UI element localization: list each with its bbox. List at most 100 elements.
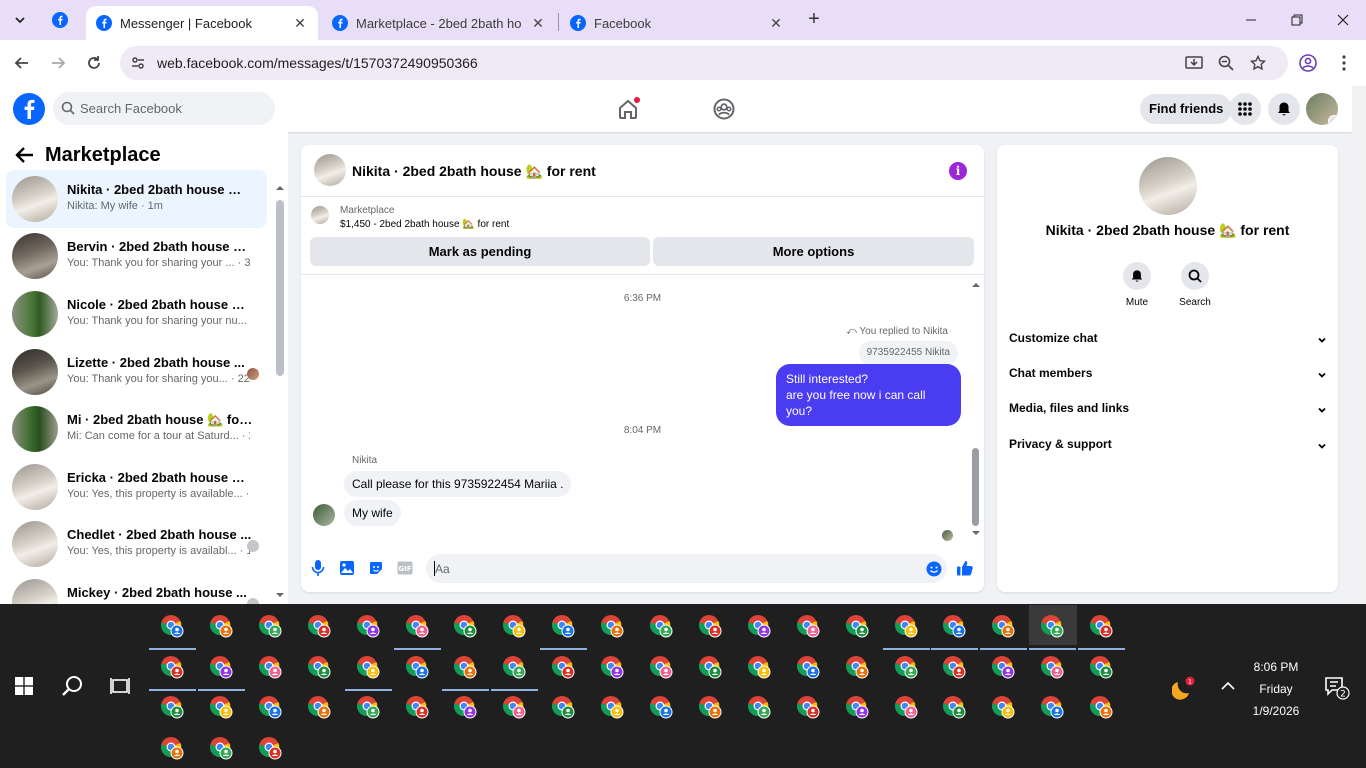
chrome-taskbar-icon[interactable] xyxy=(845,614,869,638)
page-scrollbar[interactable] xyxy=(1352,86,1366,604)
account-avatar[interactable] xyxy=(1306,93,1338,125)
chrome-taskbar-icon[interactable] xyxy=(747,655,771,679)
chrome-taskbar-icon[interactable] xyxy=(393,614,441,650)
conversation-item[interactable]: Chedlet · 2bed 2bath house ... You: Yes,… xyxy=(6,515,267,573)
facebook-search[interactable]: Search Facebook xyxy=(53,92,275,125)
chrome-taskbar-icon[interactable] xyxy=(405,655,429,679)
chrome-taskbar-icon[interactable] xyxy=(258,614,282,638)
task-view-icon[interactable] xyxy=(110,677,130,695)
customize-chat-row[interactable]: Customize chat xyxy=(1009,331,1327,351)
like-thumb-icon[interactable] xyxy=(956,559,974,577)
chrome-taskbar-icon[interactable] xyxy=(845,655,869,679)
chrome-taskbar-icon[interactable] xyxy=(698,614,722,638)
chrome-taskbar-icon[interactable] xyxy=(551,655,575,679)
chrome-taskbar-icon[interactable] xyxy=(442,655,490,691)
profile-button[interactable] xyxy=(1296,51,1320,75)
minimize-button[interactable] xyxy=(1228,0,1274,40)
chrome-taskbar-icon[interactable] xyxy=(991,655,1015,679)
system-clock[interactable]: 8:06 PM Friday 1/9/2026 xyxy=(1234,656,1318,722)
chrome-taskbar-icon[interactable] xyxy=(405,695,429,719)
chrome-taskbar-icon[interactable] xyxy=(502,695,526,719)
chrome-taskbar-icon[interactable] xyxy=(551,695,575,719)
windows-start-icon[interactable] xyxy=(15,677,33,695)
chrome-taskbar-icon[interactable] xyxy=(931,614,979,650)
chrome-taskbar-icon[interactable] xyxy=(796,695,820,719)
sidebar-scrollbar[interactable] xyxy=(272,182,288,604)
notification-center-icon[interactable]: 2 xyxy=(1324,676,1350,700)
conversation-item[interactable]: Bervin · 2bed 2bath house 🏡 f... You: Th… xyxy=(6,227,267,285)
close-window-button[interactable] xyxy=(1320,0,1366,40)
reload-button[interactable] xyxy=(82,51,106,75)
chrome-taskbar-icon[interactable] xyxy=(1040,655,1064,679)
find-friends-button[interactable]: Find friends xyxy=(1140,94,1233,124)
tab-facebook[interactable]: Facebook ✕ xyxy=(560,6,794,40)
close-icon[interactable]: ✕ xyxy=(530,15,546,31)
media-files-links-row[interactable]: Media, files and links xyxy=(1009,401,1327,421)
chrome-taskbar-icon[interactable] xyxy=(600,695,624,719)
chrome-taskbar-icon[interactable] xyxy=(894,655,918,679)
close-icon[interactable]: ✕ xyxy=(768,15,784,31)
more-options-button[interactable]: More options xyxy=(653,237,974,266)
chrome-taskbar-icon[interactable] xyxy=(1040,695,1064,719)
chrome-taskbar-icon[interactable] xyxy=(149,614,196,650)
gif-icon[interactable]: GIF xyxy=(396,559,414,577)
chrome-taskbar-icon[interactable] xyxy=(698,655,722,679)
conversation-item[interactable]: Mi · 2bed 2bath house 🏡 for re... Mi: Ca… xyxy=(6,400,267,458)
listing-thumbnail[interactable] xyxy=(311,206,329,224)
message-input[interactable]: Aa xyxy=(426,554,947,583)
chrome-taskbar-icon[interactable] xyxy=(796,614,820,638)
sender-avatar[interactable] xyxy=(313,504,335,526)
conversation-item[interactable]: Ericka · 2bed 2bath house 🏡 fo... You: Y… xyxy=(6,458,267,516)
notifications-button[interactable] xyxy=(1268,93,1300,125)
chrome-taskbar-icon[interactable] xyxy=(356,695,380,719)
info-icon[interactable]: i xyxy=(949,162,967,180)
restore-button[interactable] xyxy=(1274,0,1320,40)
sticker-icon[interactable] xyxy=(367,559,385,577)
chrome-taskbar-icon[interactable] xyxy=(882,614,930,650)
incoming-message[interactable]: Call please for this 9735922454 Mariia . xyxy=(344,471,572,497)
chrome-taskbar-icon[interactable] xyxy=(209,695,233,719)
mute-button[interactable]: Mute xyxy=(1111,262,1163,308)
chrome-taskbar-icon[interactable] xyxy=(491,655,539,691)
address-bar[interactable]: web.facebook.com/messages/t/157037249095… xyxy=(120,46,1288,80)
outgoing-message[interactable]: Still interested? are you free now i can… xyxy=(776,364,961,426)
chrome-taskbar-icon[interactable] xyxy=(160,695,184,719)
back-button[interactable] xyxy=(10,51,34,75)
chrome-taskbar-icon[interactable] xyxy=(747,614,771,638)
chrome-taskbar-icon[interactable] xyxy=(258,655,282,679)
chrome-taskbar-icon[interactable] xyxy=(307,695,331,719)
chrome-taskbar-icon[interactable] xyxy=(344,655,392,691)
install-app-icon[interactable] xyxy=(1184,53,1204,73)
chrome-taskbar-icon[interactable] xyxy=(1029,614,1077,650)
chrome-taskbar-icon[interactable] xyxy=(649,695,673,719)
browser-menu-button[interactable] xyxy=(1332,51,1356,75)
zoom-icon[interactable] xyxy=(1216,53,1236,73)
chrome-taskbar-icon[interactable] xyxy=(600,655,624,679)
chrome-taskbar-icon[interactable] xyxy=(942,655,966,679)
chat-title[interactable]: Nikita · 2bed 2bath house 🏡 for rent xyxy=(352,163,596,180)
chat-profile-picture[interactable] xyxy=(1139,157,1197,215)
chrome-taskbar-icon[interactable] xyxy=(698,695,722,719)
search-icon[interactable] xyxy=(61,675,83,697)
chrome-taskbar-icon[interactable] xyxy=(453,614,477,638)
privacy-support-row[interactable]: Privacy & support xyxy=(1009,437,1327,457)
chrome-taskbar-icon[interactable] xyxy=(307,655,331,679)
facebook-logo-icon[interactable] xyxy=(13,93,45,125)
chrome-taskbar-icon[interactable] xyxy=(209,736,233,760)
chrome-taskbar-icon[interactable] xyxy=(197,655,245,691)
chrome-taskbar-icon[interactable] xyxy=(453,695,477,719)
groups-icon[interactable] xyxy=(712,97,736,121)
chrome-taskbar-icon[interactable] xyxy=(1089,695,1113,719)
bookmark-star-icon[interactable] xyxy=(1248,53,1268,73)
chrome-taskbar-icon[interactable] xyxy=(649,614,673,638)
chrome-taskbar-icon[interactable] xyxy=(747,695,771,719)
tab-search-button[interactable] xyxy=(8,8,32,32)
emoji-icon[interactable] xyxy=(926,561,942,577)
microphone-icon[interactable] xyxy=(309,559,327,577)
chrome-taskbar-icon[interactable] xyxy=(845,695,869,719)
chat-avatar[interactable] xyxy=(314,154,346,186)
tab-messenger[interactable]: Messenger | Facebook ✕ xyxy=(86,6,318,40)
conversation-item[interactable]: Lizette · 2bed 2bath house ... You: Than… xyxy=(6,343,267,401)
conversation-item[interactable]: Nicole · 2bed 2bath house 🏡 f... You: Th… xyxy=(6,285,267,343)
chrome-taskbar-icon[interactable] xyxy=(209,614,233,638)
